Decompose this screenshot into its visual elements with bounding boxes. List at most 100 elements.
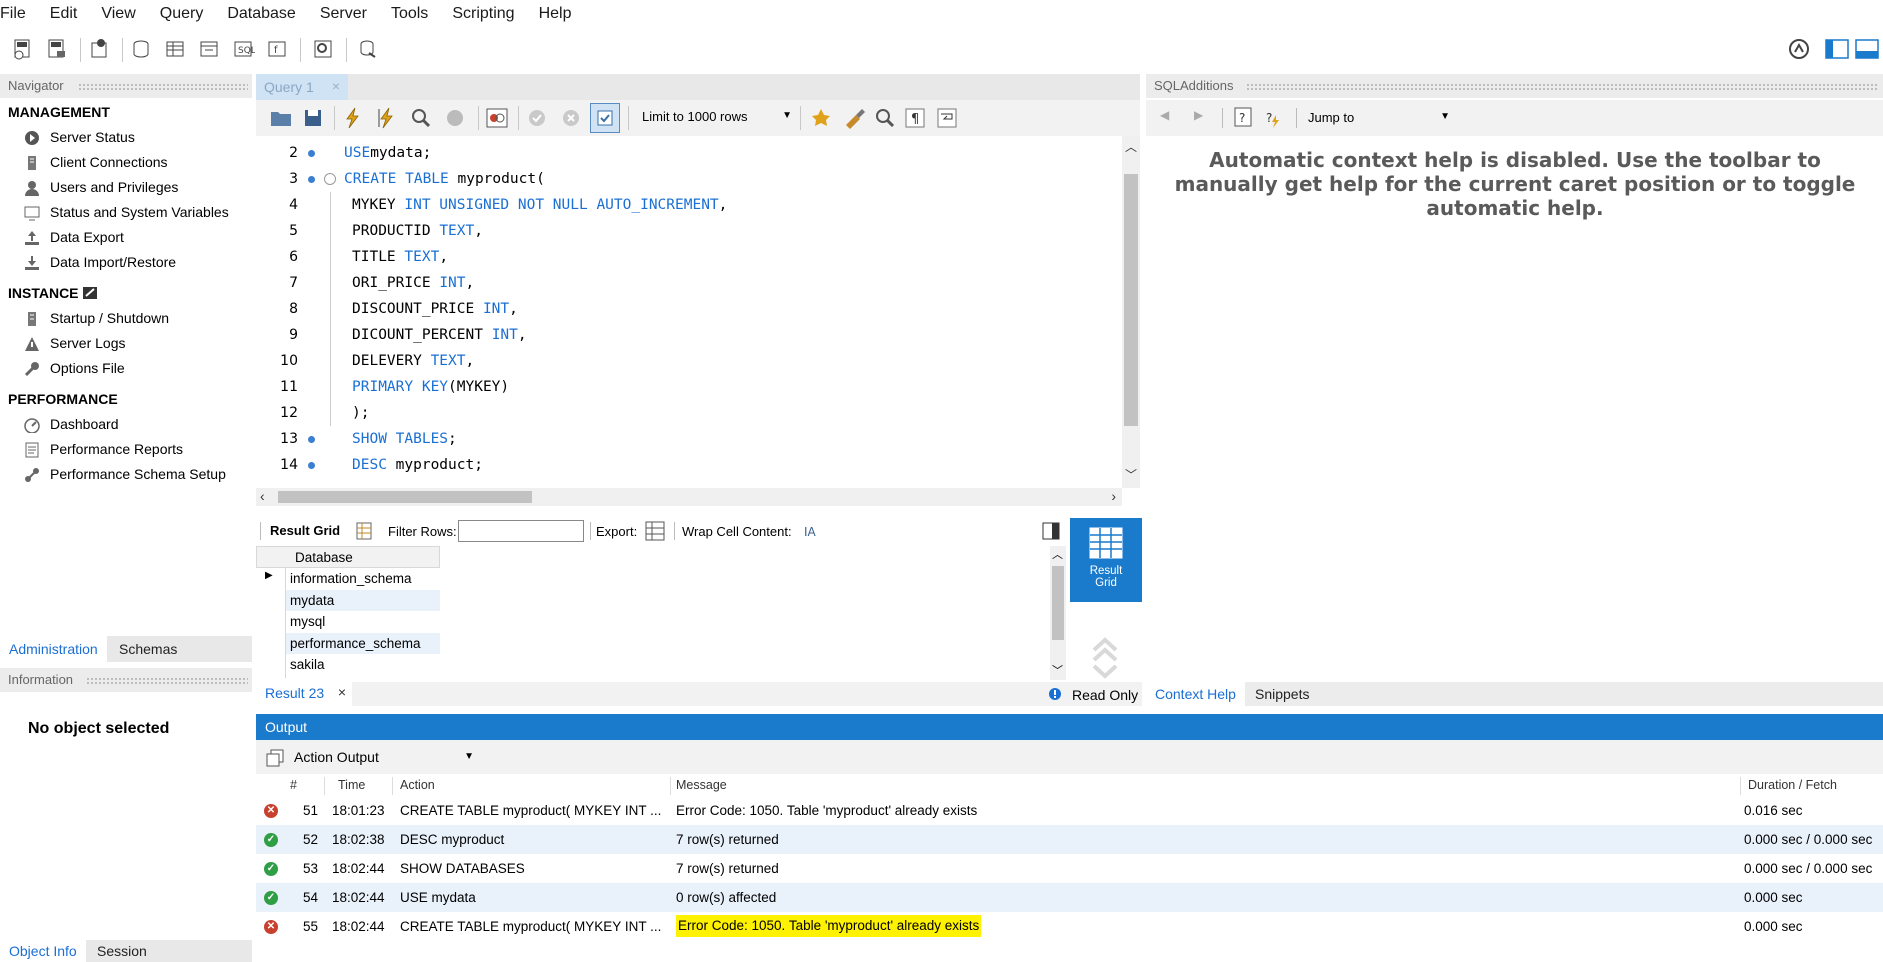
rollback-icon[interactable]	[556, 103, 586, 133]
scroll-thumb[interactable]	[1124, 174, 1138, 426]
grid-cell[interactable]: information_schema	[290, 568, 412, 589]
scroll-thumb[interactable]	[1052, 566, 1064, 640]
create-function-icon[interactable]: f	[262, 34, 292, 64]
grid-row[interactable]: mysql	[286, 611, 440, 632]
tab-snippets[interactable]: Snippets	[1246, 682, 1318, 706]
nav-data-import[interactable]: Data Import/Restore	[0, 250, 252, 275]
save-icon[interactable]	[298, 103, 328, 133]
nav-performance-reports[interactable]: Performance Reports	[0, 437, 252, 462]
tab-administration[interactable]: Administration	[0, 636, 107, 662]
wrap-text-icon[interactable]: IA	[802, 522, 818, 540]
toggle-continue-icon[interactable]	[482, 103, 512, 133]
menu-server[interactable]: Server	[306, 5, 377, 23]
result-grid-side-button[interactable]: Result Grid	[1070, 518, 1142, 602]
tab-session[interactable]: Session	[88, 940, 156, 962]
tab-schemas[interactable]: Schemas	[110, 636, 186, 662]
scroll-right-icon[interactable]: ›	[1111, 488, 1116, 504]
limit-rows-select[interactable]: Limit to 1000 rows ▼	[642, 109, 792, 124]
editor-line[interactable]: 11 PRIMARY KEY(MYKEY)	[256, 374, 1116, 400]
result-grid-label[interactable]: Result Grid	[270, 523, 340, 538]
menu-view[interactable]: View	[87, 5, 145, 23]
menu-edit[interactable]: Edit	[36, 5, 88, 23]
output-row[interactable]: ✕ 55 18:02:44 CREATE TABLE myproduct( MYKEY…	[256, 912, 1883, 941]
execute-icon[interactable]	[338, 103, 368, 133]
export-icon[interactable]	[644, 520, 666, 542]
nav-client-connections[interactable]: Client Connections	[0, 150, 252, 175]
find-icon[interactable]	[870, 103, 900, 133]
grid-row[interactable]: information_schema	[286, 568, 440, 589]
back-icon[interactable]: ◀	[1160, 108, 1169, 122]
toggle-panel-icon[interactable]	[1042, 522, 1060, 540]
create-procedure-icon[interactable]: SQL	[228, 34, 258, 64]
editor-line[interactable]: 12);	[256, 400, 1116, 426]
scroll-left-icon[interactable]: ‹	[260, 488, 265, 504]
editor-line[interactable]: 13 SHOW TABLES;	[256, 426, 1116, 452]
grid-row[interactable]: sakila	[286, 654, 440, 675]
word-wrap-icon[interactable]	[932, 103, 962, 133]
scroll-thumb[interactable]	[278, 491, 532, 503]
output-row[interactable]: ✓ 53 18:02:44 SHOW DATABASES 7 row(s) return…	[256, 854, 1883, 883]
create-table-icon[interactable]	[160, 34, 190, 64]
column-database[interactable]: Database	[295, 550, 353, 565]
close-tab-icon[interactable]: ×	[338, 684, 346, 700]
tab-object-info[interactable]: Object Info	[0, 940, 86, 962]
menu-file[interactable]: File	[0, 5, 36, 23]
menu-tools[interactable]: Tools	[377, 5, 438, 23]
output-type-select[interactable]: Action Output ▼	[294, 749, 476, 769]
inspector-icon[interactable]	[84, 34, 114, 64]
editor-line[interactable]: 2 USEmydata;	[256, 140, 1116, 166]
nav-server-logs[interactable]: Server Logs	[0, 331, 252, 356]
output-row[interactable]: ✓ 54 18:02:44 USE mydata 0 row(s) affected 0.…	[256, 883, 1883, 912]
auto-help-icon[interactable]: ?	[1264, 107, 1286, 129]
menu-help[interactable]: Help	[525, 5, 582, 23]
copy-icon[interactable]	[266, 749, 284, 767]
editor-vertical-scrollbar[interactable]: ︿ ﹀	[1122, 136, 1140, 488]
fold-toggle-icon[interactable]	[324, 173, 336, 185]
grid-vertical-scrollbar[interactable]: ︿ ﹀	[1050, 546, 1066, 680]
jump-to-select[interactable]: Jump to ▼	[1306, 108, 1452, 128]
reconnect-icon[interactable]	[352, 34, 382, 64]
editor-line[interactable]: 8 DISCOUNT_PRICE INT,	[256, 296, 1116, 322]
editor-line[interactable]: 4 MYKEY INT UNSIGNED NOT NULL AUTO_INCREM…	[256, 192, 1116, 218]
nav-server-status[interactable]: Server Status	[0, 125, 252, 150]
menu-scripting[interactable]: Scripting	[438, 5, 524, 23]
stop-icon[interactable]	[440, 103, 470, 133]
toggle-sidebar-icon[interactable]	[1822, 34, 1852, 64]
search-table-data-icon[interactable]	[308, 34, 338, 64]
editor-line[interactable]: 9 DICOUNT_PERCENT INT,	[256, 322, 1116, 348]
commit-icon[interactable]	[522, 103, 552, 133]
open-sql-script-icon[interactable]	[42, 34, 72, 64]
scroll-down-icon[interactable]: ﹀	[1052, 662, 1063, 678]
new-sql-tab-icon[interactable]	[8, 34, 38, 64]
nav-options-file[interactable]: Options File	[0, 356, 252, 381]
menu-database[interactable]: Database	[213, 5, 306, 23]
execute-current-icon[interactable]	[372, 103, 402, 133]
editor-line[interactable]: 6 TITLE TEXT,	[256, 244, 1116, 270]
output-row[interactable]: ✓ 52 18:02:38 DESC myproduct 7 row(s) return…	[256, 825, 1883, 854]
autocommit-icon[interactable]	[590, 103, 620, 133]
grid-cell[interactable]: mydata	[290, 590, 334, 611]
close-tab-icon[interactable]: ×	[332, 78, 340, 94]
toggle-output-icon[interactable]	[1852, 34, 1882, 64]
editor-horizontal-scrollbar[interactable]: ‹ ›	[256, 488, 1122, 506]
editor-line[interactable]: 7 ORI_PRICE INT,	[256, 270, 1116, 296]
invisible-chars-icon[interactable]: ¶	[900, 103, 930, 133]
filter-rows-input[interactable]	[458, 520, 584, 542]
beautify-icon[interactable]	[840, 103, 870, 133]
editor-line[interactable]: 14 DESC myproduct;	[256, 452, 1116, 478]
tab-query-1[interactable]: Query 1 ×	[256, 74, 348, 100]
explain-icon[interactable]	[406, 103, 436, 133]
create-schema-icon[interactable]	[126, 34, 156, 64]
result-grid[interactable]: Database ▶ information_schema mydata mysql…	[256, 546, 1050, 680]
grid-cell[interactable]: performance_schema	[290, 633, 421, 654]
tab-result-23[interactable]: Result 23 ×	[256, 682, 352, 706]
editor-line[interactable]: 10 DELEVERY TEXT,	[256, 348, 1116, 374]
scroll-up-icon[interactable]: ︿	[1052, 546, 1063, 562]
open-file-icon[interactable]	[266, 103, 296, 133]
output-row[interactable]: ✕ 51 18:01:23 CREATE TABLE myproduct( MYKEY…	[256, 796, 1883, 825]
mysql-logo-icon[interactable]	[1784, 34, 1814, 64]
forward-icon[interactable]: ▶	[1194, 108, 1203, 122]
create-view-icon[interactable]	[194, 34, 224, 64]
grid-row[interactable]: performance_schema	[286, 632, 440, 654]
form-editor-icon[interactable]	[1088, 636, 1122, 683]
